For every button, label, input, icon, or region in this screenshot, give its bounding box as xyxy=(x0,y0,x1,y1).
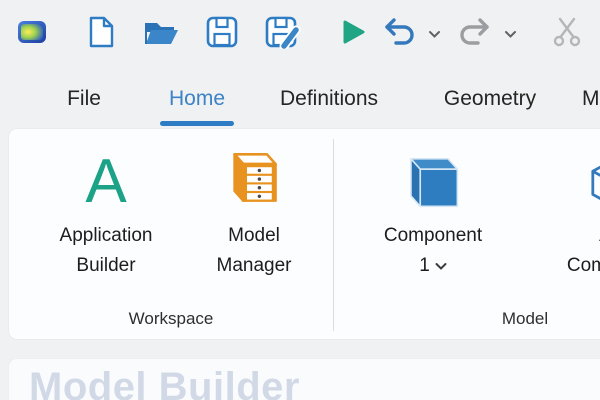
component-1-label: Component 1 xyxy=(384,221,482,281)
application-builder-icon: A xyxy=(85,135,126,213)
scissors-icon xyxy=(551,16,583,53)
open-file-button[interactable] xyxy=(143,18,181,50)
open-folder-icon xyxy=(143,16,181,53)
app-logo-button[interactable] xyxy=(16,20,48,48)
model-manager-button[interactable]: Model Manager xyxy=(195,135,313,303)
add-component-icon xyxy=(587,135,600,213)
save-as-icon xyxy=(264,15,302,54)
undo-button[interactable] xyxy=(382,17,420,51)
add-component-button[interactable]: Add Component xyxy=(541,135,600,303)
application-builder-button[interactable]: A Application Builder xyxy=(20,135,192,303)
run-play-icon xyxy=(340,19,366,50)
chevron-down-icon xyxy=(504,26,517,44)
save-icon xyxy=(205,15,239,54)
chevron-down-icon xyxy=(428,26,441,44)
ribbon-group-separator xyxy=(333,139,334,331)
tab-materials[interactable]: Materials xyxy=(582,82,600,116)
add-component-label: Add Component xyxy=(567,221,600,281)
chevron-down-icon xyxy=(435,251,447,281)
ribbon-group-label-workspace: Workspace xyxy=(9,309,333,329)
active-tab-indicator xyxy=(160,121,234,126)
tab-definitions[interactable]: Definitions xyxy=(262,82,396,116)
tab-geometry[interactable]: Geometry xyxy=(428,82,552,116)
model-manager-label: Model Manager xyxy=(217,221,292,281)
redo-button[interactable] xyxy=(454,17,492,51)
app-window: File Home Definitions Geometry Materials… xyxy=(0,0,600,400)
tab-file[interactable]: File xyxy=(58,82,110,116)
component-cube-icon xyxy=(404,135,462,213)
undo-icon xyxy=(383,17,419,52)
new-file-icon xyxy=(86,15,116,54)
save-as-button[interactable] xyxy=(263,16,303,52)
component-1-button[interactable]: Component 1 xyxy=(361,135,505,303)
redo-dropdown-button[interactable] xyxy=(502,29,518,41)
tab-home[interactable]: Home xyxy=(160,82,234,116)
application-builder-label: Application Builder xyxy=(60,221,153,281)
model-builder-title: Model Builder xyxy=(29,365,300,400)
undo-dropdown-button[interactable] xyxy=(426,29,442,41)
new-file-button[interactable] xyxy=(84,16,118,52)
model-manager-icon xyxy=(226,135,282,213)
model-builder-panel: Model Builder xyxy=(8,358,600,400)
save-button[interactable] xyxy=(204,16,240,52)
comsol-logo-icon xyxy=(17,19,47,50)
redo-icon xyxy=(455,17,491,52)
cut-button[interactable] xyxy=(549,15,585,53)
ribbon-panel: A Application Builder xyxy=(8,128,600,340)
run-button[interactable] xyxy=(338,20,368,48)
ribbon-group-label-model: Model xyxy=(335,309,600,329)
